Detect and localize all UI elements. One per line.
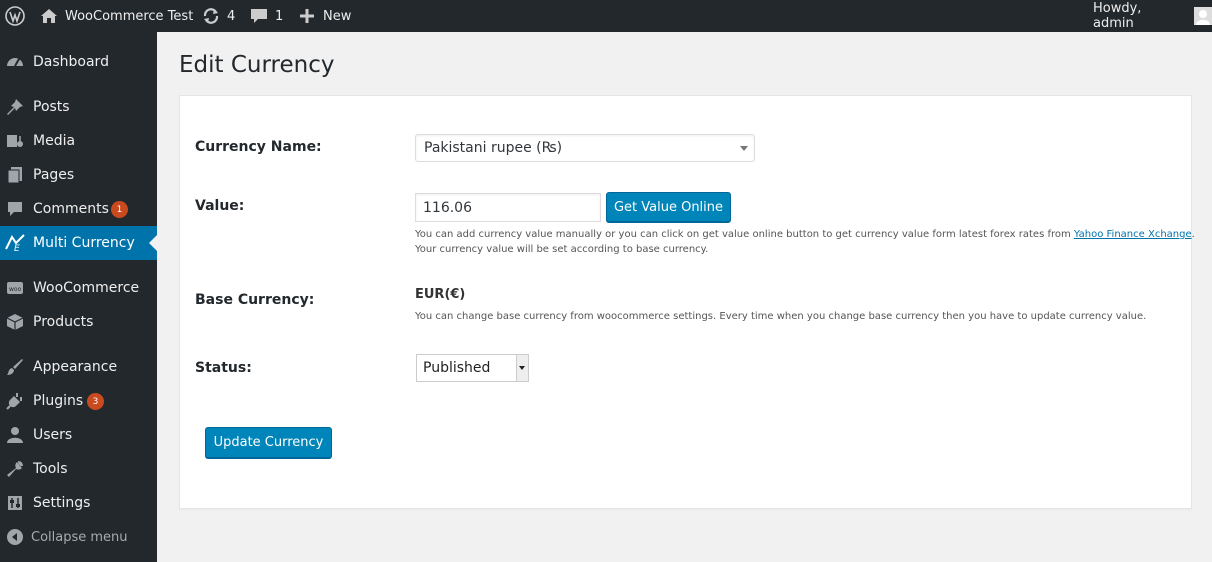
site-home-link[interactable]: WooCommerce Test (40, 0, 193, 32)
plus-icon (299, 8, 315, 24)
currency-value-input[interactable] (415, 193, 601, 222)
currency-name-select[interactable]: Pakistani rupee (₨) (415, 134, 755, 162)
dashboard-icon (6, 53, 24, 71)
updates-count: 4 (227, 8, 236, 24)
home-icon (40, 8, 58, 24)
comment-icon (250, 8, 268, 24)
avatar (1194, 7, 1212, 25)
status-selected-value: Published (423, 360, 491, 376)
sidebar-item-dashboard[interactable]: Dashboard (0, 45, 157, 79)
collapse-menu-button[interactable]: Collapse menu (0, 520, 157, 554)
dropdown-arrow-icon (516, 355, 528, 381)
comments-link[interactable]: 1 (250, 0, 283, 32)
plugins-update-badge: 3 (87, 393, 104, 410)
value-description: You can add currency value manually or y… (415, 227, 1195, 257)
new-label: New (323, 8, 352, 24)
sidebar-item-tools[interactable]: Tools (0, 452, 157, 486)
value-description-text: You can add currency value manually or y… (415, 229, 1074, 240)
status-select[interactable]: Published (416, 354, 529, 382)
sidebar-item-label: Comments (33, 201, 109, 217)
admin-bar: WooCommerce Test 4 1 New Howdy, admin (0, 0, 1212, 32)
sidebar-item-media[interactable]: Media (0, 124, 157, 158)
sidebar-item-label: WooCommerce (33, 280, 140, 296)
get-value-online-button[interactable]: Get Value Online (606, 192, 731, 222)
woo-icon: woo (6, 279, 24, 297)
sidebar-item-products[interactable]: Products (0, 305, 157, 339)
sidebar-item-comments[interactable]: Comments 1 (0, 192, 157, 226)
sidebar-item-posts[interactable]: Posts (0, 90, 157, 124)
multi-currency-icon: E (4, 234, 26, 254)
sidebar-item-label: Media (33, 133, 76, 149)
sidebar-item-plugins[interactable]: Plugins 3 (0, 384, 157, 418)
media-icon (6, 132, 24, 150)
sidebar-item-label: Appearance (33, 359, 118, 375)
sidebar-item-label: Posts (33, 99, 70, 115)
sidebar-item-label: Settings (33, 495, 91, 511)
pin-icon (6, 98, 24, 116)
comment-icon (6, 200, 24, 218)
currency-name-label: Currency Name: (195, 139, 322, 155)
update-currency-button[interactable]: Update Currency (205, 427, 332, 458)
svg-text:woo: woo (9, 286, 22, 293)
collapse-menu-label: Collapse menu (31, 529, 128, 545)
comments-count: 1 (275, 8, 284, 24)
sidebar-item-pages[interactable]: Pages (0, 158, 157, 192)
base-currency-value: EUR(€) (415, 287, 466, 302)
sidebar-item-woocommerce[interactable]: woo WooCommerce (0, 271, 157, 305)
brush-icon (6, 358, 24, 376)
page-title: Edit Currency (179, 52, 335, 78)
box-icon (6, 313, 24, 331)
pages-icon (6, 166, 24, 184)
admin-sidebar: Dashboard Posts Media Pages Comments 1 E… (0, 32, 157, 562)
sidebar-item-label: Tools (33, 461, 68, 477)
updates-link[interactable]: 4 (202, 0, 235, 32)
base-currency-label: Base Currency: (195, 292, 315, 308)
sidebar-item-label: Dashboard (33, 54, 109, 70)
value-description-period: . (1191, 229, 1195, 240)
chevron-down-icon (740, 146, 748, 151)
currency-name-selected-value: Pakistani rupee (₨) (424, 140, 563, 156)
greeting: Howdy, admin (1093, 1, 1142, 31)
base-currency-description: You can change base currency from woocom… (415, 311, 1147, 322)
sidebar-item-label: Multi Currency (33, 235, 135, 251)
settings-icon (6, 494, 24, 512)
comments-count-badge: 1 (111, 201, 128, 218)
sidebar-item-label: Products (33, 314, 94, 330)
svg-text:E: E (14, 244, 20, 252)
new-content-link[interactable]: New (299, 0, 351, 32)
value-description-text-2: Your currency value will be set accordin… (415, 244, 709, 255)
user-icon (6, 426, 24, 444)
refresh-icon (202, 7, 220, 25)
plugin-icon (6, 392, 24, 410)
wordpress-logo-icon[interactable] (5, 0, 25, 32)
collapse-arrow-icon (6, 528, 24, 546)
sidebar-item-label: Plugins (33, 393, 84, 409)
sidebar-item-multi-currency[interactable]: E Multi Currency (0, 226, 157, 260)
value-label: Value: (195, 198, 245, 214)
sidebar-item-users[interactable]: Users (0, 418, 157, 452)
site-name: WooCommerce Test (65, 8, 194, 24)
sidebar-item-label: Pages (33, 167, 75, 183)
yahoo-finance-link[interactable]: Yahoo Finance Xchange (1074, 229, 1192, 240)
account-menu[interactable]: Howdy, admin (1093, 0, 1212, 32)
wrench-icon (6, 460, 24, 478)
status-label: Status: (195, 360, 252, 376)
sidebar-item-appearance[interactable]: Appearance (0, 350, 157, 384)
sidebar-item-settings[interactable]: Settings (0, 486, 157, 520)
sidebar-item-label: Users (33, 427, 73, 443)
